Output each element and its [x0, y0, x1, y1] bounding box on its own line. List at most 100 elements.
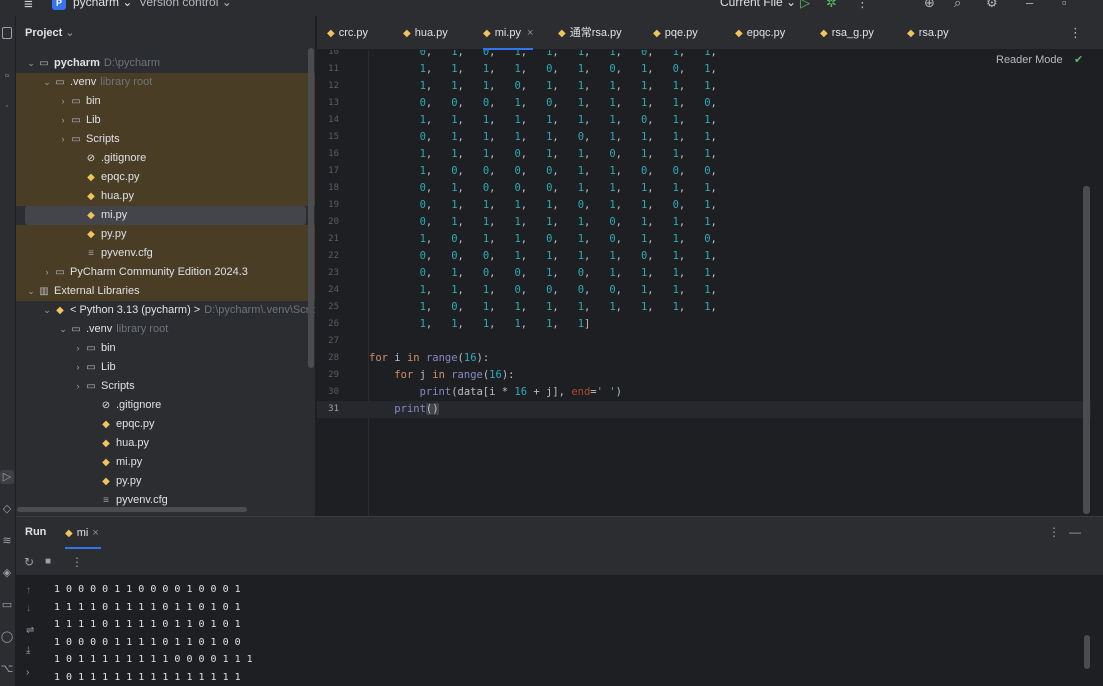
tab-mi-py[interactable]: ◆ mi.py × [483, 16, 534, 50]
close-tab-icon[interactable]: × [527, 27, 533, 39]
tab-epqc-py[interactable]: ◆ epqc.py [735, 16, 785, 50]
run-tab-mi[interactable]: ◆ mi × [65, 517, 101, 549]
more-actions-icon[interactable]: ⋮ [856, 0, 869, 11]
expand-toggle-icon[interactable]: ⌄ [25, 282, 37, 301]
expand-icon[interactable]: › [26, 667, 29, 678]
tab-rsa_g-py[interactable]: ◆ rsa_g.py [820, 16, 874, 50]
tree-item[interactable]: ⌄ ▭ .venv library root [16, 73, 315, 92]
problems-icon[interactable]: ◯ [0, 630, 14, 644]
search-icon[interactable]: ⌕ [954, 0, 961, 11]
tab-hua-py[interactable]: ◆ hua.py [403, 16, 448, 50]
tab-pqe-py[interactable]: ◆ pqe.py [653, 16, 698, 50]
hamburger-menu-icon[interactable]: ≡ [24, 0, 33, 13]
expand-toggle-icon[interactable]: › [57, 92, 69, 111]
current-code-line[interactable]: print() [369, 401, 1091, 418]
expand-toggle-icon[interactable]: › [72, 377, 84, 396]
tree-item[interactable]: ⌄ ◆ < Python 3.13 (pycharm) > D:\pycharm\.v… [16, 301, 315, 320]
run-icon[interactable]: ▷ [800, 0, 810, 11]
tabs-more-icon[interactable]: ⋮ [1069, 16, 1082, 50]
project-scrollbar[interactable] [308, 48, 314, 368]
debug-icon[interactable]: ✲ [826, 0, 837, 11]
tree-item[interactable]: › ▭ Lib [16, 111, 315, 130]
python-packages-icon[interactable]: ◇ [0, 502, 14, 516]
tab-rsa-py[interactable]: ◆ rsa.py [907, 16, 949, 50]
terminal-icon[interactable]: ▭ [0, 598, 14, 612]
expand-toggle-icon[interactable]: › [72, 339, 84, 358]
run-configuration-selector[interactable]: Current File ⌄ [720, 0, 796, 9]
tree-item[interactable]: ◆ epqc.py [16, 168, 315, 187]
scroll-to-end-icon[interactable]: ⤓ [26, 645, 30, 656]
code-editor[interactable]: 10 11 12 13 14 15 16 17 18 19 20 21 22 23 24 25 26 27 28 29… [317, 50, 1103, 516]
tree-item[interactable]: › ▭ Scripts [16, 130, 315, 149]
expand-toggle-icon[interactable]: › [72, 358, 84, 377]
tree-item-label: epqc.py [101, 171, 140, 183]
expand-toggle-icon[interactable]: ⌄ [41, 301, 53, 320]
run-tool-icon[interactable]: ▷ [0, 470, 14, 484]
scroll-down-icon[interactable]: ↓ [26, 603, 31, 614]
add-user-icon[interactable]: ⊕ [924, 0, 935, 11]
project-badge-icon[interactable]: P [52, 0, 66, 10]
tree-item-path: D:\pycharm\.venv\Scripts\ [204, 304, 315, 316]
git-icon[interactable]: ⌥ [0, 662, 14, 676]
tab-rsa-py[interactable]: ◆ 通常rsa.py [558, 16, 622, 50]
tree-item[interactable]: ◆ mi.py [16, 453, 315, 472]
folder-icon: ▭ [39, 58, 49, 69]
version-control-menu[interactable]: Version control ⌄ [139, 0, 232, 9]
tree-item[interactable]: › ▭ PyCharm Community Edition 2024.3 [16, 263, 315, 282]
console-output-line: 1 1 1 1 0 1 1 1 1 0 1 1 0 1 0 1 [54, 619, 241, 630]
reader-mode-toggle[interactable]: Reader Mode [996, 54, 1063, 66]
expand-toggle-icon[interactable]: › [57, 130, 69, 149]
tree-item[interactable]: ◆ py.py [16, 225, 315, 244]
tree-item[interactable]: ≡ pyvenv.cfg [16, 244, 315, 263]
tree-item[interactable]: ◆ hua.py [16, 434, 315, 453]
tree-item[interactable]: ⌄ ▥ External Libraries [16, 282, 315, 301]
tab-crc-py[interactable]: ◆ crc.py [327, 16, 368, 50]
expand-toggle-icon[interactable]: ⌄ [41, 73, 53, 92]
minimize-icon[interactable]: – [1026, 0, 1033, 10]
tree-item[interactable]: › ▭ bin [16, 92, 315, 111]
editor-scrollbar[interactable] [1083, 186, 1090, 514]
tree-item[interactable]: ⊘ .gitignore [16, 396, 315, 415]
tree-item[interactable]: › ▭ bin [16, 339, 315, 358]
tree-item[interactable]: ◆ mi.py [25, 206, 306, 225]
tree-item[interactable]: › ▭ Scripts [16, 377, 315, 396]
tree-item[interactable]: ◆ py.py [16, 472, 315, 491]
expand-toggle-icon[interactable]: › [41, 263, 53, 282]
project-switcher[interactable]: pycharm ⌄ [73, 0, 132, 9]
structure-tool-icon[interactable]: · [0, 99, 14, 113]
tab-label: mi.py [494, 27, 521, 39]
maximize-icon[interactable]: ▫ [1062, 0, 1067, 10]
console-scrollbar[interactable] [1084, 635, 1090, 669]
tree-item-label: hua.py [116, 437, 150, 449]
tree-item[interactable]: ⌄ ▭ .venv library root [16, 320, 315, 339]
expand-toggle-icon[interactable]: ⌄ [25, 54, 37, 73]
layers-icon[interactable]: ≋ [0, 534, 14, 548]
code-area[interactable]: 0, 1, 0, 1, 1, 1, 1, 0, 1, 1, 1, 1, 1, 1… [369, 50, 1103, 516]
tree-item[interactable]: › ▭ Lib [16, 358, 315, 377]
tree-item-label: Scripts [86, 133, 120, 145]
tree-item[interactable]: ⌄ ▭ pycharm D:\pycharm [16, 54, 315, 73]
scroll-up-icon[interactable]: ↑ [26, 585, 31, 596]
project-panel-header[interactable]: Project ⌄ [25, 26, 75, 39]
settings-gear-icon[interactable]: ⚙ [986, 0, 998, 11]
rerun-icon[interactable]: ↻ [24, 555, 34, 569]
tree-item[interactable]: ⊘ .gitignore [16, 149, 315, 168]
run-more-icon[interactable]: ⋮ [71, 555, 83, 569]
python-console-icon[interactable]: ◈ [0, 566, 14, 580]
python-file-icon: ◆ [102, 438, 110, 449]
line-number: 24 [328, 285, 339, 295]
line-number: 23 [328, 268, 339, 278]
close-tab-icon[interactable]: × [92, 527, 98, 539]
expand-toggle-icon[interactable]: ⌄ [57, 320, 69, 339]
project-horizontal-scrollbar[interactable] [17, 507, 247, 512]
stop-icon[interactable]: ■ [45, 556, 51, 567]
tree-item[interactable]: ◆ hua.py [16, 187, 315, 206]
hide-panel-icon[interactable]: — [1069, 525, 1081, 539]
expand-toggle-icon[interactable]: › [57, 111, 69, 130]
inspection-ok-icon[interactable]: ✔ [1074, 53, 1083, 66]
run-options-icon[interactable]: ⋮ [1048, 525, 1060, 539]
tree-item[interactable]: ◆ epqc.py [16, 415, 315, 434]
commit-tool-icon[interactable]: ▫ [0, 69, 14, 83]
soft-wrap-icon[interactable]: ⇌ [26, 625, 34, 636]
project-tool-icon[interactable] [2, 27, 12, 39]
